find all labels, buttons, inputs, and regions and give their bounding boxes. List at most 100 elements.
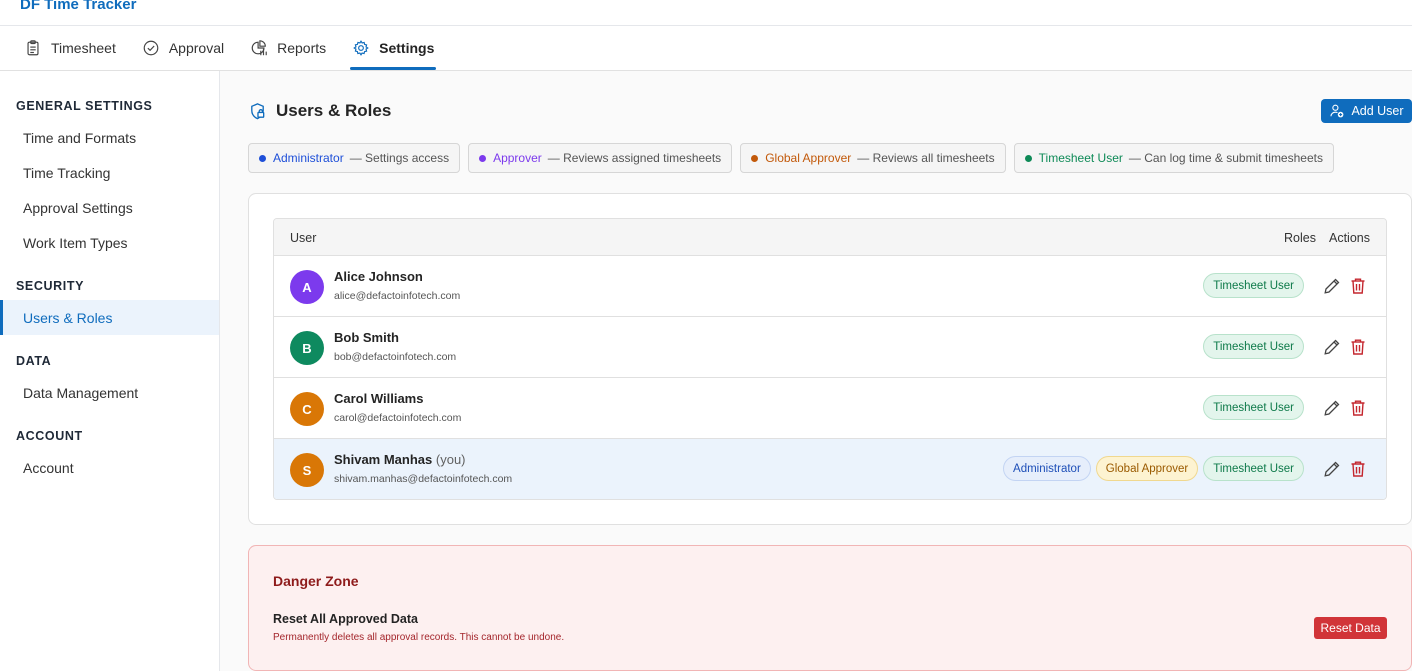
legend-role: Approver — [493, 151, 542, 165]
legend-role: Global Approver — [765, 151, 852, 165]
legend-global-approver: Global Approver — Reviews all timesheets — [740, 143, 1006, 173]
delete-icon[interactable] — [1348, 398, 1368, 418]
tab-label: Settings — [379, 40, 435, 56]
legend-dot — [479, 154, 487, 162]
user-email: bob@defactoinfotech.com — [334, 351, 457, 363]
tab-label: Approval — [168, 40, 225, 56]
table-row: C Carol Williams carol@defactoinfotech.c… — [274, 378, 1386, 439]
add-user-label: Add User — [1351, 104, 1404, 118]
user-name-text: Shivam Manhas — [334, 452, 433, 467]
avatar: B — [290, 331, 324, 365]
avatar: C — [290, 392, 324, 426]
role-badges: Timesheet User — [1203, 334, 1304, 359]
role-badge-timesheet-user: Timesheet User — [1203, 273, 1304, 298]
role-badge-timesheet-user: Timesheet User — [1203, 456, 1304, 481]
user-email: alice@defactoinfotech.com — [334, 290, 461, 302]
table-row: B Bob Smith bob@defactoinfotech.com Time… — [274, 317, 1386, 378]
avatar: S — [290, 453, 324, 487]
legend-role: Administrator — [273, 151, 344, 165]
roles-legend: Administrator — Settings access Approver… — [248, 143, 1334, 173]
reset-data-description: Permanently deletes all approval records… — [273, 632, 565, 643]
role-badges: Administrator Global Approver Timesheet … — [1003, 456, 1304, 481]
reset-data-title: Reset All Approved Data — [273, 612, 418, 626]
danger-zone-title: Danger Zone — [273, 573, 359, 589]
legend-dot — [259, 154, 266, 162]
column-header-roles: Roles — [1284, 231, 1316, 245]
edit-icon[interactable] — [1322, 276, 1342, 296]
tab-approval[interactable]: Approval — [140, 26, 226, 70]
legend-dot — [751, 154, 759, 162]
add-user-button[interactable]: Add User — [1321, 99, 1412, 123]
main-content: Users & Roles Add User Administrator — S… — [220, 71, 1412, 671]
sidebar-heading-security: SECURITY — [16, 279, 85, 293]
user-name-text: Alice Johnson — [334, 269, 423, 284]
legend-approver: Approver — Reviews assigned timesheets — [468, 143, 733, 173]
legend-administrator: Administrator — Settings access — [248, 143, 461, 173]
table-header: User Roles Actions — [274, 219, 1386, 256]
sidebar-item-account[interactable]: Account — [0, 450, 219, 485]
tab-label: Reports — [277, 40, 327, 56]
sidebar-item-work-item-types[interactable]: Work Item Types — [0, 225, 219, 260]
app-title: DF Time Tracker — [20, 0, 137, 13]
user-name: Carol Williams — [334, 391, 423, 406]
sidebar-item-approval-settings[interactable]: Approval Settings — [0, 190, 219, 225]
legend-dot — [1024, 154, 1032, 162]
legend-role: Timesheet User — [1038, 151, 1123, 165]
person-add-icon — [1330, 104, 1344, 118]
sidebar-item-data-management[interactable]: Data Management — [0, 375, 219, 410]
sidebar-item-users-roles[interactable]: Users & Roles — [0, 300, 219, 335]
edit-icon[interactable] — [1322, 398, 1342, 418]
you-indicator: (you) — [435, 452, 466, 467]
shield-lock-icon — [251, 102, 265, 119]
user-email: shivam.manhas@defactoinfotech.com — [334, 473, 513, 485]
user-name: Shivam Manhas (you) — [334, 452, 466, 467]
users-table: User Roles Actions A Alice Johnson alice… — [273, 218, 1387, 500]
legend-desc: — Settings access — [349, 151, 450, 165]
settings-sidebar: GENERAL SETTINGS Time and Formats Time T… — [0, 71, 220, 671]
sidebar-heading-data: DATA — [16, 354, 52, 368]
user-name-text: Carol Williams — [334, 391, 424, 406]
role-badges: Timesheet User — [1203, 395, 1304, 420]
user-name: Bob Smith — [334, 330, 399, 345]
sidebar-item-time-tracking[interactable]: Time Tracking — [0, 155, 219, 190]
avatar: A — [290, 270, 324, 304]
edit-icon[interactable] — [1322, 337, 1342, 357]
main-tabs: Timesheet Approval Reports Settings — [0, 26, 1412, 71]
tab-label: Timesheet — [51, 40, 116, 56]
gear-icon — [353, 40, 369, 56]
tab-reports[interactable]: Reports — [248, 26, 328, 70]
delete-icon[interactable] — [1348, 337, 1368, 357]
role-badge-timesheet-user: Timesheet User — [1203, 334, 1304, 359]
role-badge-timesheet-user: Timesheet User — [1203, 395, 1304, 420]
user-name: Alice Johnson — [334, 269, 423, 284]
page-header: Users & Roles — [248, 101, 391, 121]
role-badges: Timesheet User — [1203, 273, 1304, 298]
column-header-user: User — [290, 231, 317, 245]
users-card: User Roles Actions A Alice Johnson alice… — [248, 193, 1412, 525]
table-row-current-user: S Shivam Manhas (you) shivam.manhas@defa… — [274, 439, 1386, 499]
user-name-text: Bob Smith — [334, 330, 399, 345]
legend-desc: — Can log time & submit timesheets — [1128, 151, 1323, 165]
column-header-actions: Actions — [1329, 231, 1370, 245]
legend-timesheet-user: Timesheet User — Can log time & submit t… — [1013, 143, 1334, 173]
sidebar-heading-account: ACCOUNT — [16, 429, 83, 443]
delete-icon[interactable] — [1348, 459, 1368, 479]
page-title: Users & Roles — [276, 101, 392, 120]
reset-data-button[interactable]: Reset Data — [1314, 617, 1387, 639]
edit-icon[interactable] — [1322, 459, 1342, 479]
check-circle-icon — [143, 40, 159, 56]
role-badge-global-approver: Global Approver — [1095, 456, 1199, 481]
reports-icon — [251, 40, 267, 56]
tab-settings[interactable]: Settings — [350, 26, 437, 70]
delete-icon[interactable] — [1348, 276, 1368, 296]
danger-zone: Danger Zone Reset All Approved Data Perm… — [248, 545, 1412, 671]
tab-timesheet[interactable]: Timesheet — [22, 26, 118, 70]
legend-desc: — Reviews all timesheets — [857, 151, 995, 165]
table-row: A Alice Johnson alice@defactoinfotech.co… — [274, 256, 1386, 317]
sidebar-item-time-and-formats[interactable]: Time and Formats — [0, 120, 219, 155]
user-email: carol@defactoinfotech.com — [334, 412, 462, 424]
role-badge-administrator: Administrator — [1003, 456, 1091, 481]
clipboard-icon — [27, 40, 39, 56]
app-header: DF Time Tracker — [0, 0, 1412, 26]
legend-desc: — Reviews assigned timesheets — [547, 151, 722, 165]
